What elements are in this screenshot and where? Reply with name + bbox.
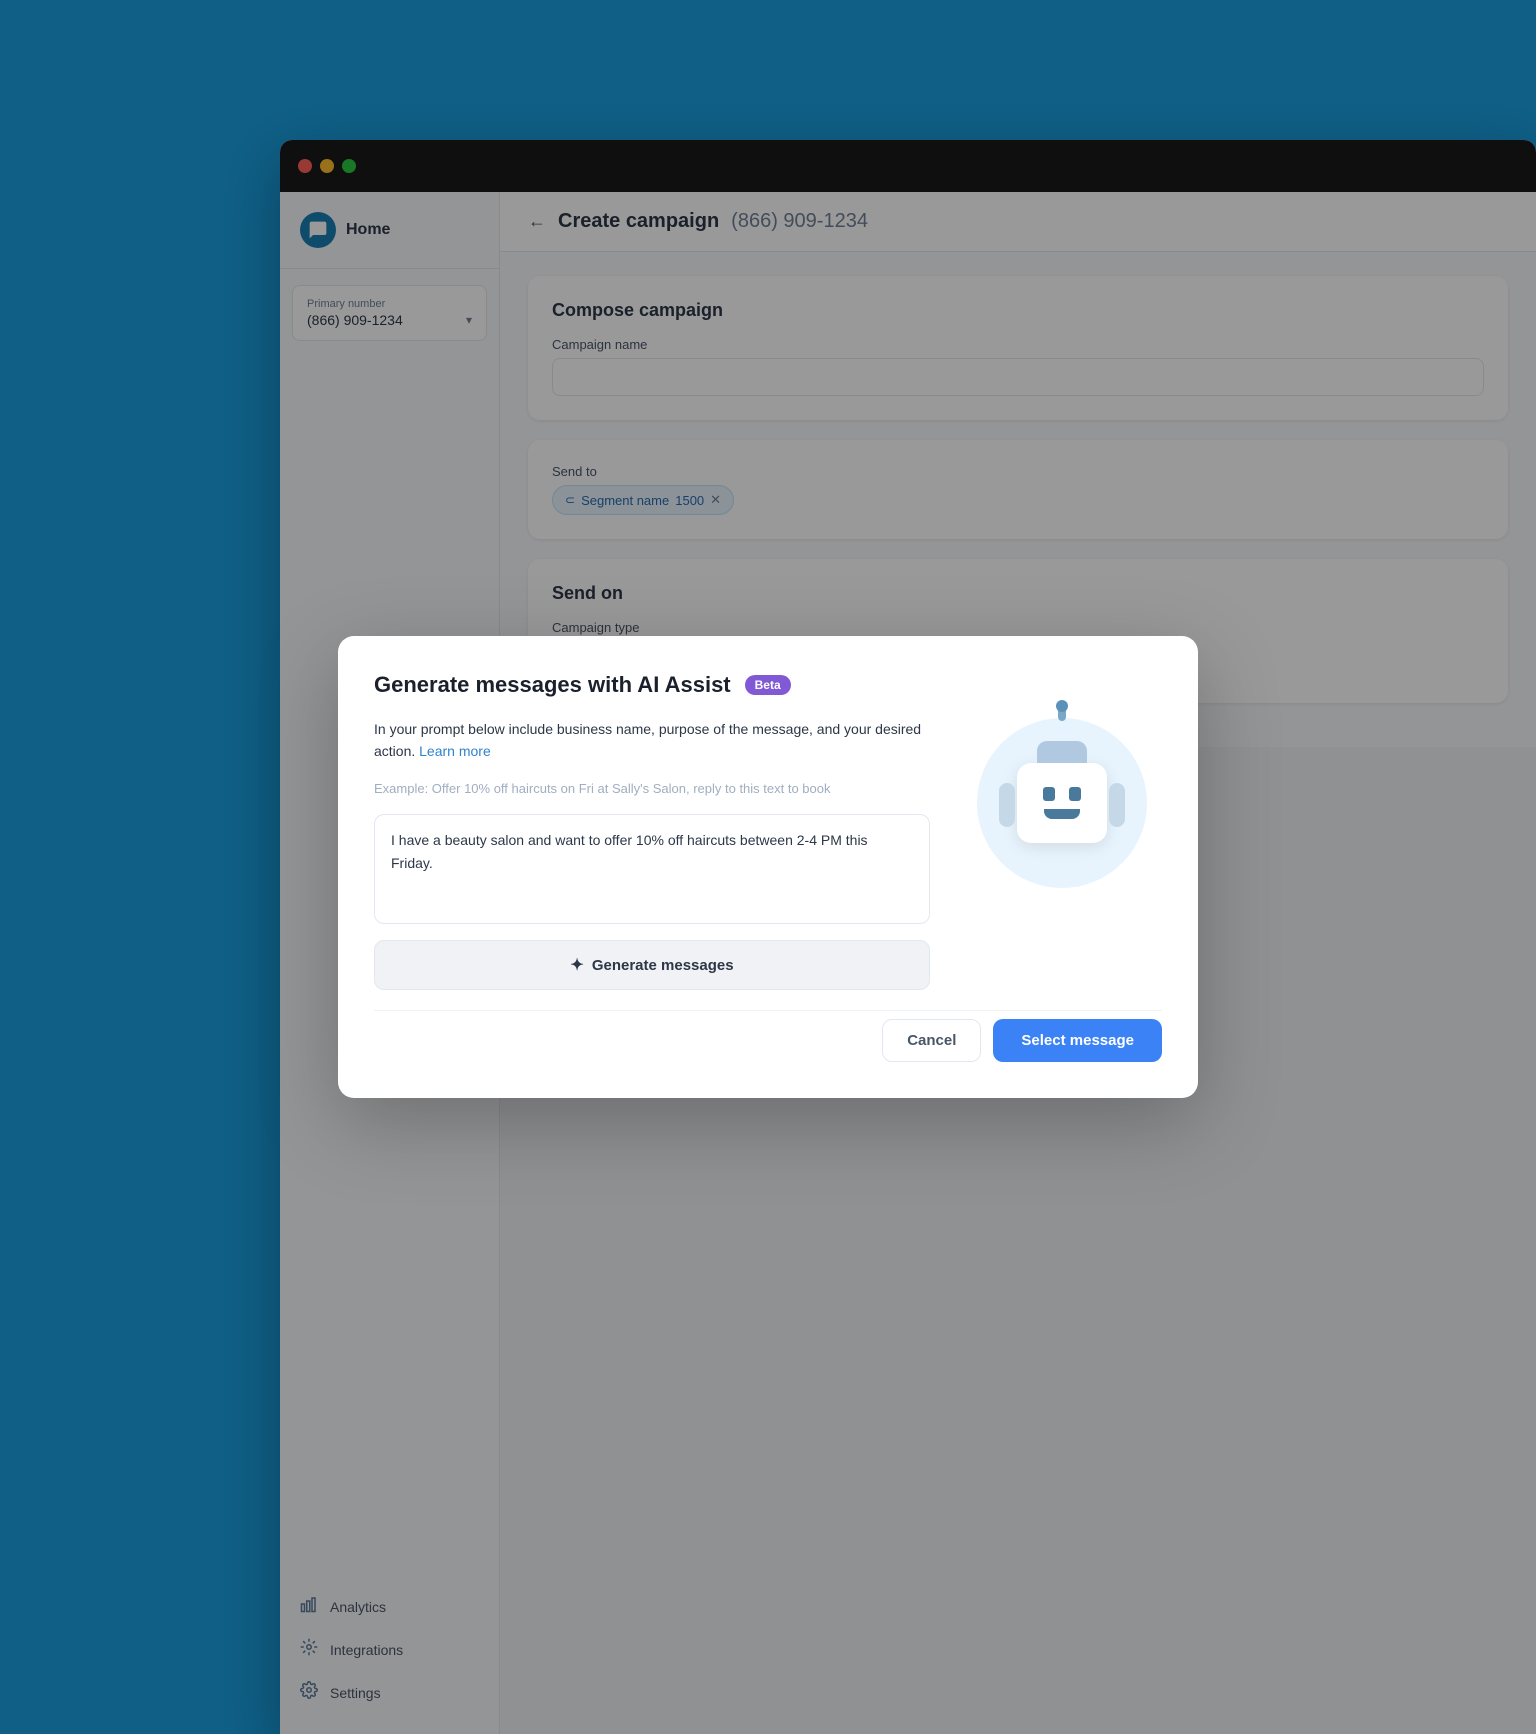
robot-body	[1017, 763, 1107, 843]
modal-body: In your prompt below include business na…	[374, 718, 1162, 990]
select-message-button[interactable]: Select message	[993, 1019, 1162, 1062]
learn-more-link[interactable]: Learn more	[419, 743, 491, 759]
robot-eye-left	[1043, 787, 1055, 801]
robot-mouth	[1044, 809, 1080, 819]
modal-left: In your prompt below include business na…	[374, 718, 930, 990]
beta-badge: Beta	[745, 675, 791, 695]
robot-arm-right	[1109, 783, 1125, 827]
modal-overlay: Generate messages with AI Assist Beta In…	[0, 0, 1536, 1734]
cancel-button[interactable]: Cancel	[882, 1019, 981, 1062]
modal-title: Generate messages with AI Assist	[374, 672, 731, 698]
robot-head-top	[1037, 741, 1087, 763]
robot-arm-left	[999, 783, 1015, 827]
sparkle-icon: ✦	[570, 955, 583, 975]
modal-example: Example: Offer 10% off haircuts on Fri a…	[374, 779, 930, 799]
modal-footer: Cancel Select message	[374, 1010, 1162, 1062]
modal-robot-illustration	[962, 718, 1162, 888]
robot-eyes	[1043, 787, 1081, 801]
robot-eye-right	[1069, 787, 1081, 801]
modal-description: In your prompt below include business na…	[374, 718, 930, 763]
robot-antenna	[1058, 707, 1066, 721]
robot-container	[977, 718, 1147, 888]
prompt-textarea[interactable]: I have a beauty salon and want to offer …	[374, 814, 930, 924]
ai-assist-modal: Generate messages with AI Assist Beta In…	[338, 636, 1198, 1098]
modal-header: Generate messages with AI Assist Beta	[374, 672, 1162, 698]
generate-messages-button[interactable]: ✦ Generate messages	[374, 940, 930, 990]
